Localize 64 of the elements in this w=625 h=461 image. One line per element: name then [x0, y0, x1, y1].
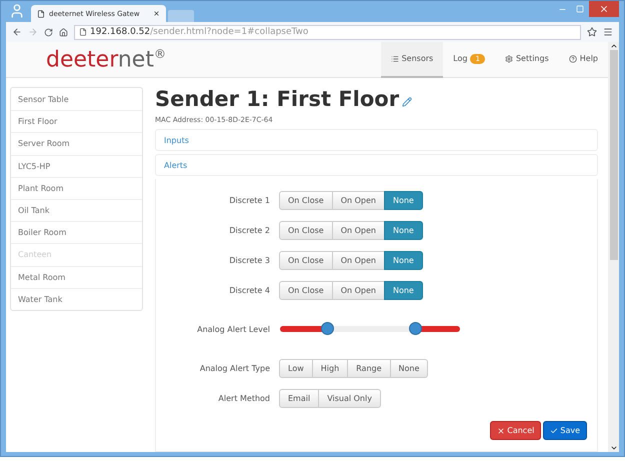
option-button[interactable]: None [390, 358, 428, 378]
option-button[interactable]: None [384, 280, 423, 300]
menu-icon[interactable] [603, 27, 613, 37]
option-button[interactable]: On Open [332, 250, 385, 270]
scrollbar[interactable] [608, 42, 619, 452]
option-button[interactable]: Range [347, 358, 391, 378]
page-icon [79, 28, 87, 36]
star-icon[interactable] [587, 27, 597, 37]
address-field[interactable]: 192.168.0.52/sender.html?node=1#collapseTwo [74, 24, 581, 40]
field-label: Discrete 3 [228, 256, 270, 264]
sidebar-item[interactable]: LYC5-HP [11, 154, 142, 177]
close-icon [497, 426, 506, 434]
field-label: Discrete 2 [228, 226, 270, 234]
page-title: Sender 1: First Floor [155, 87, 400, 111]
reload-icon[interactable] [44, 28, 53, 36]
option-button[interactable]: On Open [332, 190, 385, 210]
option-button[interactable]: Visual Only [318, 388, 381, 408]
close-icon[interactable] [153, 10, 160, 17]
field-label: Discrete 4 [228, 286, 270, 294]
close-button[interactable] [589, 1, 619, 17]
panel-header[interactable]: Alerts [155, 154, 598, 176]
sidebar-item[interactable]: Sensor Table [11, 88, 142, 110]
logo[interactable]: deeternet$^{®}$ [46, 46, 381, 72]
close-icon [599, 4, 609, 14]
option-button[interactable]: None [384, 190, 423, 210]
panel-header[interactable]: Inputs [155, 129, 598, 151]
option-button[interactable]: None [384, 250, 423, 270]
nav-link[interactable]: Settings [494, 42, 559, 78]
slider-handle[interactable] [409, 322, 422, 335]
check-icon [550, 426, 558, 434]
field-label: Analog Alert Type [198, 364, 270, 372]
option-button[interactable]: On Open [332, 220, 385, 240]
sidebar-item[interactable]: Oil Tank [11, 198, 142, 222]
gears-icon [504, 54, 513, 62]
field-label: Alert Method [217, 394, 270, 402]
option-button[interactable]: On Close [279, 250, 333, 270]
field-label: Discrete 1 [228, 196, 270, 204]
field-label: Analog Alert Level [196, 324, 270, 334]
nav-link[interactable]: Sensors [380, 42, 444, 78]
page-icon [37, 10, 45, 18]
nav-link[interactable]: Help [558, 42, 608, 78]
list-icon [390, 54, 399, 62]
save-button[interactable]: Save [543, 421, 587, 440]
url-text: 192.168.0.52/sender.html?node=1#collapseTwo [90, 27, 308, 37]
option-button[interactable]: On Open [332, 280, 385, 300]
back-icon[interactable] [12, 27, 22, 37]
home-icon[interactable] [59, 28, 68, 36]
option-button[interactable]: On Close [279, 190, 333, 210]
option-button[interactable]: None [384, 220, 423, 240]
cancel-button[interactable]: Cancel [490, 421, 542, 440]
option-button[interactable]: Email [279, 388, 320, 408]
sidebar-item[interactable]: Plant Room [11, 176, 142, 199]
help-icon [568, 54, 577, 62]
sidebar-item[interactable]: Water Tank [11, 288, 142, 310]
sidebar-item[interactable]: Server Room [11, 132, 142, 155]
option-button[interactable]: Low [279, 358, 313, 378]
sidebar-item[interactable]: Metal Room [11, 266, 142, 288]
option-button[interactable]: On Close [279, 220, 333, 240]
sidebar-item[interactable]: First Floor [11, 110, 142, 132]
option-button[interactable]: On Close [279, 280, 333, 300]
sidebar-item[interactable]: Boiler Room [11, 221, 142, 244]
pencil-icon[interactable] [402, 97, 412, 107]
slider-handle[interactable] [320, 322, 334, 335]
option-button[interactable]: High [312, 358, 348, 378]
